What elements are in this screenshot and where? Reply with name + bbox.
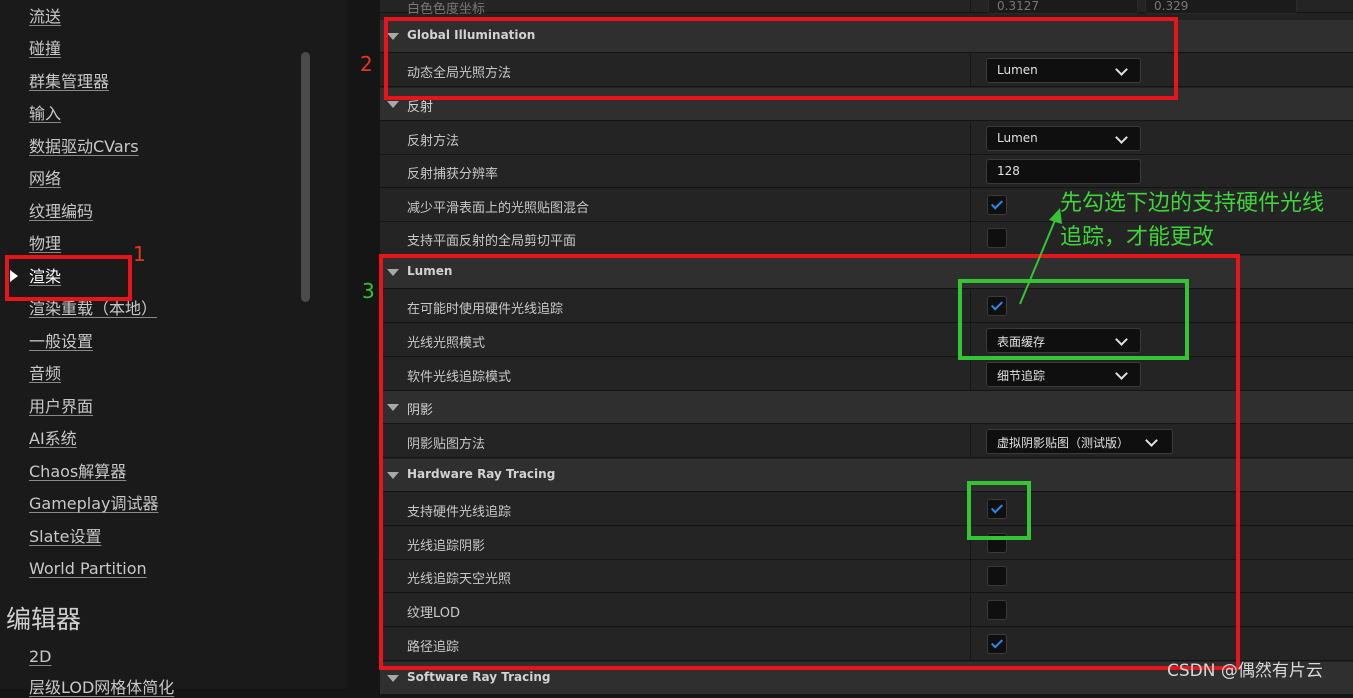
reflection-method-label: 反射方法 — [407, 134, 460, 149]
sidebar-item-user-interface[interactable]: 用户界面 — [29, 397, 93, 417]
annotation-box-global-illumination — [384, 17, 1178, 100]
reflection-method-dropdown[interactable]: Lumen — [986, 126, 1141, 151]
chromaticity-x-field[interactable]: 0.3127 — [988, 0, 1138, 14]
editor-section-title: 编辑器 — [6, 605, 82, 634]
annotation-number-1: 1 — [133, 242, 146, 266]
annotation-box-green-lumen-options — [958, 279, 1189, 360]
dropdown-value: Lumen — [997, 131, 1038, 145]
watermark: CSDN @偶然有片云 — [1167, 661, 1323, 681]
sidebar-item-collision[interactable]: 碰撞 — [29, 39, 61, 59]
sidebar-item-world-partition[interactable]: World Partition — [29, 559, 147, 579]
input-value: 128 — [997, 164, 1020, 178]
sidebar-item-rendering-overrides-local[interactable]: 渲染重载（本地） — [29, 299, 157, 319]
sidebar-item-crowd-manager[interactable]: 群集管理器 — [29, 72, 109, 92]
reduce-lightmap-mixing-checkbox[interactable] — [987, 195, 1007, 215]
reduce-lightmap-mixing-label: 减少平滑表面上的光照贴图混合 — [407, 201, 590, 216]
expand-triangle-icon — [387, 675, 399, 682]
sidebar-item-gameplay-debugger[interactable]: Gameplay调试器 — [29, 494, 159, 514]
expand-triangle-icon — [387, 101, 399, 108]
splitter[interactable] — [347, 0, 380, 689]
sidebar-item-ai-system[interactable]: AI系统 — [29, 429, 77, 449]
sidebar-item-input[interactable]: 输入 — [29, 104, 61, 124]
chromaticity-y-field[interactable]: 0.329 — [1145, 0, 1297, 14]
annotation-note: 先勾选下边的支持硬件光线追踪，才能更改 — [1060, 191, 1325, 250]
white-chromaticity-row: 白色色度坐标 0.3127 0.329 — [380, 0, 1353, 17]
annotation-box-green-support-hwrt — [967, 481, 1031, 540]
reflection-method-row: 反射方法 Lumen — [380, 122, 1353, 155]
reflection-capture-resolution-input[interactable]: 128 — [986, 159, 1141, 184]
sidebar-scrollbar[interactable] — [301, 52, 310, 302]
sidebar-item-streaming[interactable]: 流送 — [29, 7, 61, 27]
sidebar-item-data-driven-cvars[interactable]: 数据驱动CVars — [29, 137, 139, 157]
annotation-box-rendering — [5, 255, 132, 301]
sidebar-item-audio[interactable]: 音频 — [29, 364, 61, 384]
reflection-capture-resolution-row: 反射捕获分辨率 128 — [380, 155, 1353, 188]
sidebar-item-hlod-simplification[interactable]: 层级LOD网格体简化 — [29, 678, 174, 698]
annotation-number-3: 3 — [362, 279, 375, 303]
annotation-number-2: 2 — [360, 52, 373, 76]
sidebar-item-network[interactable]: 网络 — [29, 169, 61, 189]
chevron-down-icon — [1115, 131, 1128, 144]
settings-sidebar: 流送 碰撞 群集管理器 输入 数据驱动CVars 网络 纹理编码 物理 渲染 渲… — [0, 0, 347, 697]
reflection-capture-resolution-label: 反射捕获分辨率 — [407, 167, 499, 182]
sidebar-item-slate-settings[interactable]: Slate设置 — [29, 527, 102, 547]
sidebar-item-2d[interactable]: 2D — [29, 647, 52, 667]
category-title: Software Ray Tracing — [407, 670, 551, 684]
sidebar-item-texture-encoding[interactable]: 纹理编码 — [29, 202, 93, 222]
sidebar-item-physics[interactable]: 物理 — [29, 234, 61, 254]
global-clip-plane-checkbox[interactable] — [987, 228, 1007, 248]
white-chromaticity-label: 白色色度坐标 — [407, 2, 486, 17]
global-clip-plane-label: 支持平面反射的全局剪切平面 — [407, 234, 577, 249]
sidebar-item-general-settings[interactable]: 一般设置 — [29, 332, 93, 352]
sidebar-item-chaos-solver[interactable]: Chaos解算器 — [29, 462, 126, 482]
